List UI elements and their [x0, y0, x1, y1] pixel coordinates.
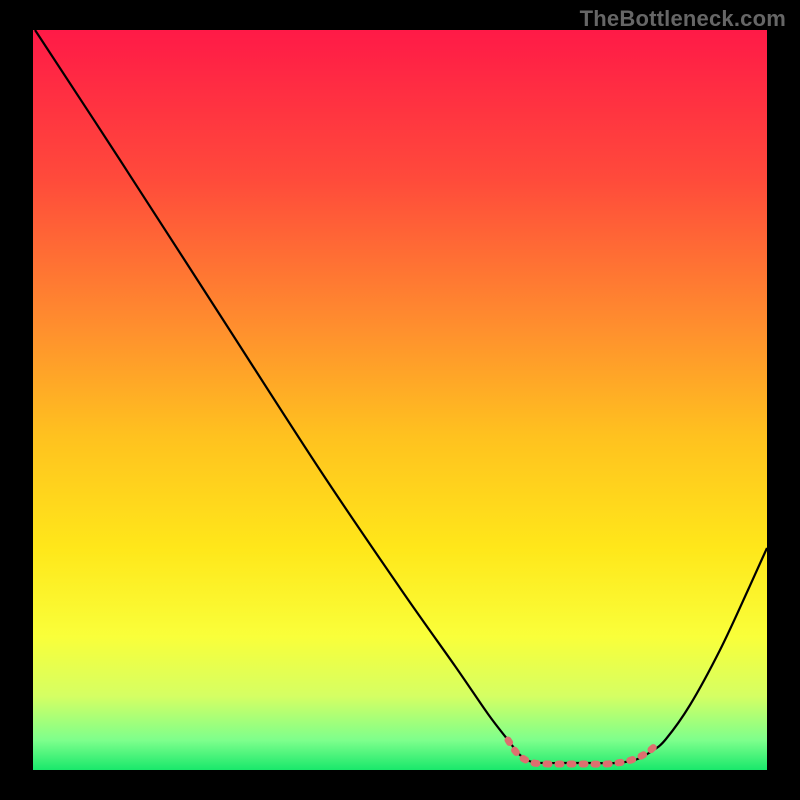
chart-frame: TheBottleneck.com	[0, 0, 800, 800]
plot-background	[33, 30, 767, 770]
bottleneck-chart	[0, 0, 800, 800]
